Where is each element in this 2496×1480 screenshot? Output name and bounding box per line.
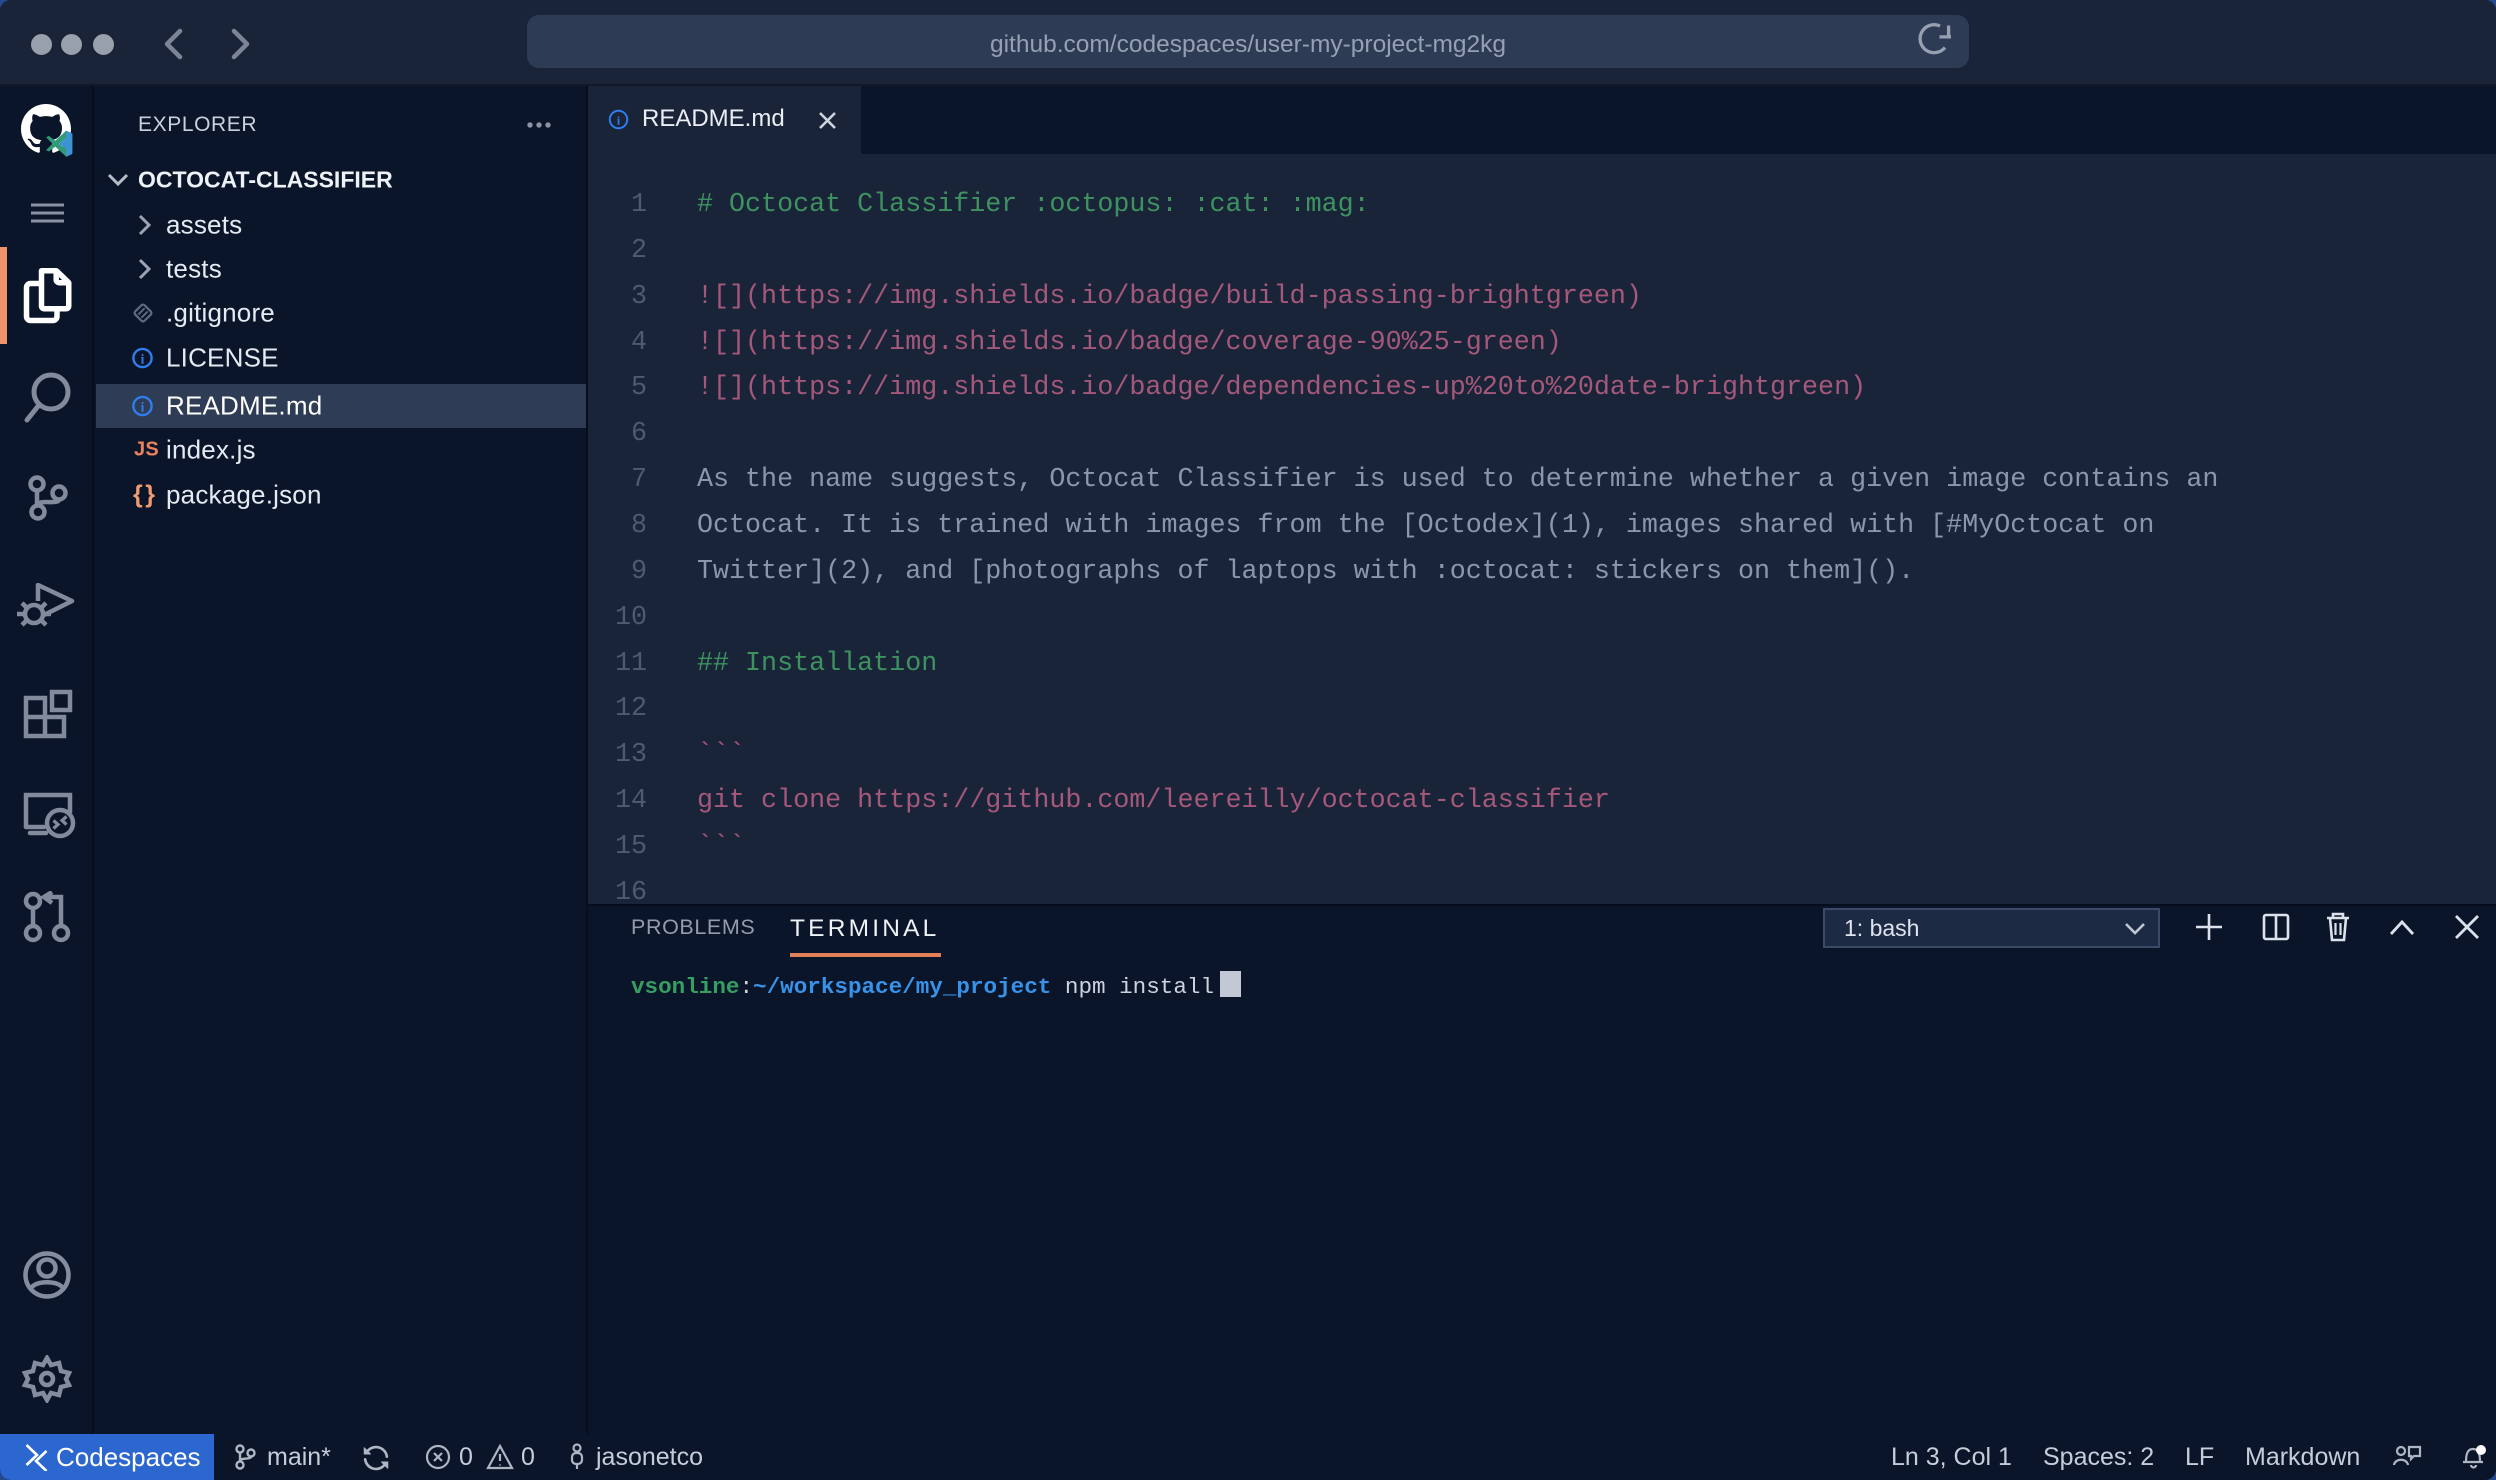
svg-text:i: i bbox=[617, 113, 621, 127]
svg-text:i: i bbox=[141, 352, 145, 367]
svg-text:i: i bbox=[141, 400, 145, 415]
